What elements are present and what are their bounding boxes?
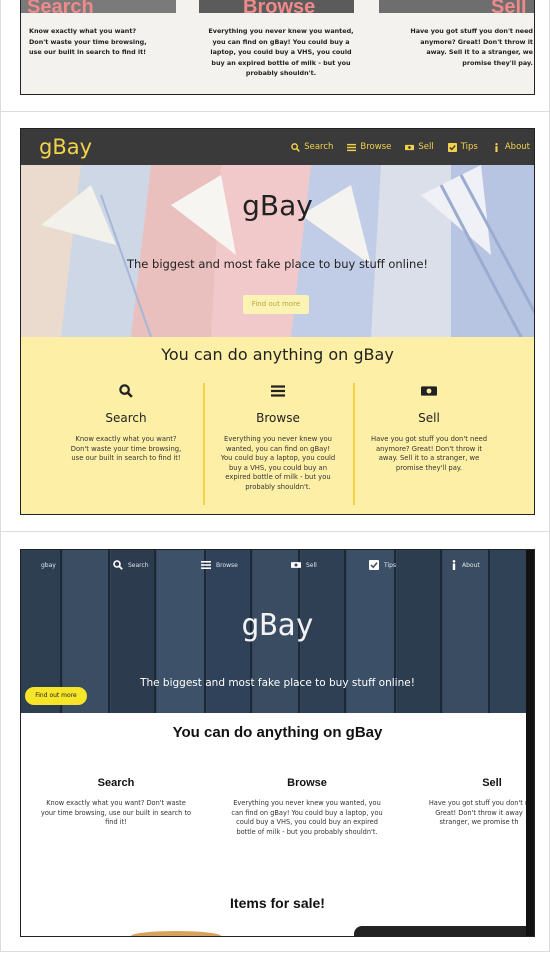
screenshot-thumbnail-3[interactable]: gbay Search Browse Sell Tips About gBay … xyxy=(20,549,535,937)
feature-text: Know exactly what you want? Don't waste … xyxy=(40,799,192,827)
feature-column-sell: Sell Have you got stuff you don't n Grea… xyxy=(413,777,534,828)
feature-text: Everything you never knew you wanted, yo… xyxy=(220,435,336,491)
screenshot-gallery: Search Browse Sell Know exactly what you… xyxy=(0,0,550,964)
feature-title: Browse xyxy=(287,777,327,789)
nav-item-label: Tips xyxy=(460,142,478,152)
gallery-cell-2: gBay Search Browse Sell Tips About gBay … xyxy=(0,112,550,532)
gallery-cell-3: gbay Search Browse Sell Tips About gBay … xyxy=(0,532,550,952)
hero-subtitle: The biggest and most fake place to buy s… xyxy=(126,257,429,271)
search-icon xyxy=(291,142,301,152)
nav-item-browse[interactable]: Browse xyxy=(347,142,391,152)
list-icon xyxy=(201,561,211,569)
nav-menu: Search Browse Sell Tips About xyxy=(291,142,530,152)
cell-border-left xyxy=(0,112,1,531)
nav-item-tips[interactable]: Tips xyxy=(369,560,396,570)
nav-item-label: Sell xyxy=(418,142,434,152)
nav-item-label: About xyxy=(504,142,530,152)
items-for-sale-heading: Items for sale! xyxy=(230,895,325,911)
nav-item-label: Sell xyxy=(306,561,317,569)
feature-column-browse: Browse Everything you never knew you wan… xyxy=(220,777,394,837)
feature-text: Have you got stuff you don't need anymor… xyxy=(370,435,488,472)
gallery-cell-1: Search Browse Sell Know exactly what you… xyxy=(0,0,550,112)
cell-border-left xyxy=(0,532,1,951)
nav-item-about[interactable]: About xyxy=(451,560,480,570)
nav-item-label: Browse xyxy=(216,561,238,569)
feature-title-browse: Browse xyxy=(243,0,316,18)
search-icon xyxy=(113,560,123,570)
screenshot-thumbnail-2[interactable]: gBay Search Browse Sell Tips About gBay … xyxy=(20,128,535,515)
nav-item-label: Tips xyxy=(384,561,397,569)
screenshot-thumbnail-1[interactable]: Search Browse Sell Know exactly what you… xyxy=(20,0,535,95)
nav-item-sell[interactable]: Sell xyxy=(291,560,317,570)
feature-title: Search xyxy=(97,777,135,789)
nav-item-browse[interactable]: Browse xyxy=(201,560,238,570)
feature-title: Browse xyxy=(256,411,300,425)
info-icon xyxy=(452,560,456,570)
feature-title: Search xyxy=(105,411,147,425)
find-out-more-button[interactable]: Find out more xyxy=(25,687,87,705)
cell-border-left xyxy=(0,0,1,111)
nav-item-tips[interactable]: Tips xyxy=(447,142,478,152)
item-image[interactable] xyxy=(131,931,221,936)
nav-item-label: About xyxy=(462,561,480,569)
money-icon xyxy=(291,562,301,568)
section-heading: You can do anything on gBay xyxy=(161,345,394,364)
navbar: gBay Search Browse Sell Tips About xyxy=(21,129,534,165)
feature-text-search: Know exactly what you want? Don't waste … xyxy=(29,27,147,56)
check-square-icon xyxy=(447,142,457,152)
nav-item-sell[interactable]: Sell xyxy=(405,142,434,152)
nav-item-search[interactable]: Search xyxy=(113,560,149,570)
feature-text: Know exactly what you want? Don't waste … xyxy=(70,435,182,463)
feature-column-sell: Sell Have you got stuff you don't need a… xyxy=(354,383,504,473)
find-out-more-button[interactable]: Find out more xyxy=(243,295,309,314)
feature-title-search: Search xyxy=(27,0,94,18)
nav-item-label: Search xyxy=(128,561,149,569)
nav-item-search[interactable]: Search xyxy=(291,142,333,152)
hero-subtitle: The biggest and most fake place to buy s… xyxy=(140,677,415,689)
hero-banner: gBay The biggest and most fake place to … xyxy=(21,165,534,337)
window-edge xyxy=(526,550,534,936)
site-logo[interactable]: gBay xyxy=(39,135,92,159)
feature-title: Sell xyxy=(418,411,440,425)
feature-text-sell: Have you got stuff you don't need anymor… xyxy=(410,27,533,67)
check-square-icon xyxy=(369,560,379,570)
money-icon xyxy=(405,144,415,150)
item-card-dark[interactable] xyxy=(354,926,534,936)
nav-item-label: Search xyxy=(304,142,334,152)
feature-column-search: Search Know exactly what you want? Don't… xyxy=(51,383,201,464)
site-logo[interactable]: gbay xyxy=(41,562,56,569)
feature-title-sell: Sell xyxy=(491,0,527,18)
nav-item-label: Browse xyxy=(360,142,392,152)
navbar: gbay Search Browse Sell Tips About xyxy=(21,550,534,580)
feature-title: Sell xyxy=(482,777,502,789)
search-icon xyxy=(119,384,133,398)
hero-title: gBay xyxy=(242,189,313,222)
list-icon xyxy=(271,385,285,397)
feature-text: Everything you never knew you wanted, yo… xyxy=(231,799,383,836)
feature-text: Have you got stuff you don't n Great! Do… xyxy=(428,799,529,827)
feature-column-search: Search Know exactly what you want? Don't… xyxy=(29,777,203,828)
feature-column-browse: Browse Everything you never knew you wan… xyxy=(203,383,353,493)
hero-banner: gbay Search Browse Sell Tips About gBay … xyxy=(21,550,534,713)
money-icon xyxy=(421,386,437,396)
features-section: You can do anything on gBay Search Know … xyxy=(21,337,534,514)
section-heading: You can do anything on gBay xyxy=(172,724,383,741)
info-icon xyxy=(495,142,498,152)
list-icon xyxy=(347,143,357,151)
feature-text-browse: Everything you never knew you wanted, yo… xyxy=(208,27,354,77)
hero-title: gBay xyxy=(241,608,314,643)
nav-item-about[interactable]: About xyxy=(492,142,530,152)
